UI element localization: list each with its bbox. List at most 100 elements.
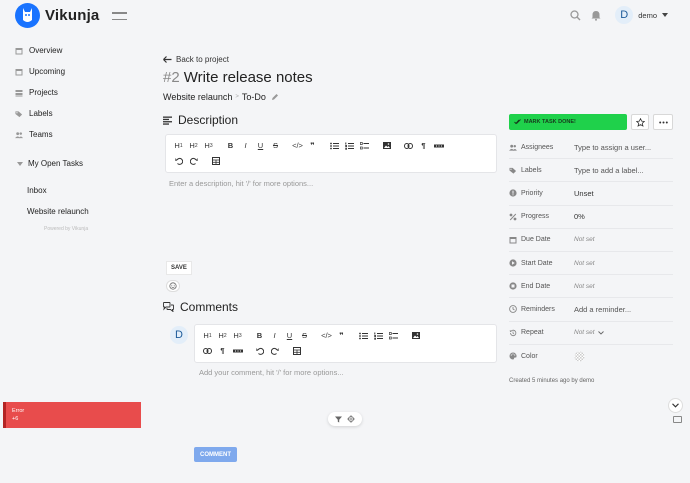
property-reminders[interactable]: Reminders Add a reminder... [509,298,673,322]
start-date-picker[interactable]: Not set [574,260,595,267]
menu-toggle-icon[interactable] [112,12,127,20]
progress-select[interactable]: 0% [574,212,585,221]
funnel-icon[interactable] [334,416,342,423]
heading-1-button[interactable]: H1 [200,328,215,343]
undo-icon[interactable] [171,153,186,168]
italic-button[interactable]: I [267,328,282,343]
sidebar-item-teams[interactable]: Teams [0,124,145,145]
heading-2-button[interactable]: H2 [186,138,201,153]
property-due-date[interactable]: Due Date Not set [509,229,673,252]
description-placeholder[interactable]: Enter a description, hit '/' for more op… [169,179,313,188]
repeat-select[interactable]: Not set [574,329,604,336]
back-to-project-link[interactable]: Back to project [163,54,498,64]
sidebar-item-upcoming[interactable]: Upcoming [0,61,145,82]
heading-1-button[interactable]: H1 [171,138,186,153]
sidebar-item-projects[interactable]: Projects [0,82,145,103]
underline-button[interactable]: U [253,138,268,153]
task-list-icon[interactable] [386,328,401,343]
username[interactable]: demo [638,11,657,20]
pencil-icon[interactable] [271,93,279,101]
end-date-picker[interactable]: Not set [574,283,595,290]
task-list-icon[interactable] [357,138,372,153]
color-picker[interactable] [574,351,585,362]
property-repeat[interactable]: Repeat Not set [509,322,673,345]
task-title[interactable]: Write release notes [184,69,313,86]
chevron-down-icon[interactable] [662,13,668,17]
emoji-icon[interactable] [166,280,180,292]
sidebar-section-my-open-tasks[interactable]: My Open Tasks [0,153,145,174]
bold-button[interactable]: B [252,328,267,343]
created-info: Created 5 minutes ago by demo [509,377,595,384]
mark-done-button[interactable]: MARK TASK DONE! [509,114,627,130]
sidebar-item-labels[interactable]: Labels [0,103,145,124]
bold-button[interactable]: B [223,138,238,153]
page-title[interactable]: #2 Write release notes [163,69,498,87]
table-icon[interactable] [208,153,223,168]
link-icon[interactable] [200,343,215,358]
description-heading-label: Description [178,113,239,127]
avatar[interactable]: D [615,6,634,24]
breadcrumb-bucket[interactable]: To-Do [242,92,266,102]
quote-button[interactable]: ❞ [334,328,349,343]
undo-icon[interactable] [252,343,267,358]
bell-icon[interactable] [590,9,602,21]
quote-button[interactable]: ❞ [305,138,320,153]
arrow-left-icon [163,55,172,63]
comment-editor[interactable]: H1 H2 H3 B I U S </> ❞ ¶ [194,324,497,363]
sidebar-item-overview[interactable]: Overview [0,40,145,61]
add-reminder-input[interactable]: Add a reminder... [574,305,631,314]
property-priority[interactable]: Priority Unset [509,182,673,206]
italic-button[interactable]: I [238,138,253,153]
redo-icon[interactable] [186,153,201,168]
search-icon[interactable] [569,9,581,21]
table-icon[interactable] [289,343,304,358]
scroll-down-button[interactable] [668,398,683,413]
description-editor[interactable]: H1 H2 H3 B I U S </> ❞ ¶ [165,134,497,173]
strikethrough-button[interactable]: S [268,138,283,153]
property-assignees[interactable]: Assignees Type to assign a user... [509,136,673,160]
sidebar-project-website-relaunch[interactable]: Website relaunch [0,201,145,222]
property-end-date[interactable]: End Date Not set [509,275,673,299]
paragraph-button[interactable]: ¶ [416,138,431,153]
property-color[interactable]: Color [509,345,673,368]
heading-3-button[interactable]: H3 [201,138,216,153]
code-button[interactable]: </> [319,328,334,343]
paragraph-button[interactable]: ¶ [215,343,230,358]
chevron-down-icon[interactable] [17,161,23,166]
keyboard-icon[interactable] [673,416,682,423]
heading-3-button[interactable]: H3 [230,328,245,343]
property-progress[interactable]: Progress 0% [509,206,673,229]
redo-icon[interactable] [267,343,282,358]
error-notification[interactable]: Error +6 [3,402,141,428]
property-start-date[interactable]: Start Date Not set [509,252,673,276]
comment-button[interactable]: COMMENT [194,447,237,462]
labels-input[interactable]: Type to add a label... [574,166,644,175]
link-icon[interactable] [401,138,416,153]
heading-2-button[interactable]: H2 [215,328,230,343]
property-labels[interactable]: Labels Type to add a label... [509,159,673,183]
app-logo[interactable]: Vikunja [15,3,99,28]
horizontal-rule-icon[interactable] [230,343,245,358]
error-detail: +6 [12,416,19,422]
favorite-button[interactable] [631,114,649,130]
image-icon[interactable] [408,328,423,343]
priority-select[interactable]: Unset [574,189,594,198]
breadcrumb-project[interactable]: Website relaunch [163,92,232,102]
ordered-list-icon[interactable] [342,138,357,153]
due-date-picker[interactable]: Not set [574,236,595,243]
assignees-input[interactable]: Type to assign a user... [574,143,651,152]
horizontal-rule-icon[interactable] [431,138,446,153]
crosshair-icon[interactable] [347,415,356,423]
percent-icon [509,213,517,221]
save-button[interactable]: SAVE [166,261,192,275]
code-button[interactable]: </> [290,138,305,153]
bullet-list-icon[interactable] [356,328,371,343]
image-icon[interactable] [379,138,394,153]
bullet-list-icon[interactable] [327,138,342,153]
more-options-button[interactable] [653,114,673,130]
comment-placeholder[interactable]: Add your comment, hit '/' for more optio… [199,368,344,377]
strikethrough-button[interactable]: S [297,328,312,343]
underline-button[interactable]: U [282,328,297,343]
sidebar-project-inbox[interactable]: Inbox [0,180,145,201]
ordered-list-icon[interactable] [371,328,386,343]
